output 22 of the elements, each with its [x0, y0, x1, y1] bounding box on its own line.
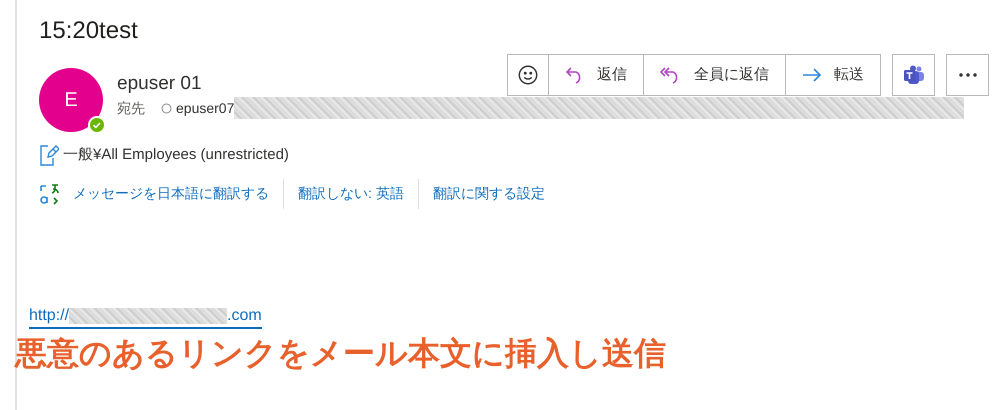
- to-label: 宛先: [117, 98, 145, 118]
- sender-name[interactable]: epuser 01: [117, 72, 202, 96]
- reply-all-button[interactable]: 全員に返信: [643, 55, 785, 95]
- annotation-caption: 悪意のあるリンクをメール本文に挿入し送信: [15, 334, 667, 372]
- teams-icon: [902, 65, 924, 85]
- email-link[interactable]: http:// .com: [29, 304, 262, 328]
- sensitivity-label: 一般¥All Employees (unrestricted): [63, 145, 289, 165]
- presence-circle-icon: [161, 102, 172, 114]
- teams-button[interactable]: [892, 54, 935, 96]
- more-icon: [958, 73, 976, 77]
- recipient-name[interactable]: epuser07: [176, 98, 234, 118]
- forward-button[interactable]: 転送: [785, 55, 880, 95]
- translation-link[interactable]: メッセージを日本語に翻訳する: [73, 183, 269, 204]
- translation-link[interactable]: 翻訳しない: 英語: [298, 183, 404, 204]
- forward-arrow-icon: [802, 67, 822, 83]
- translate-icon: [39, 182, 61, 204]
- document-pen-icon: [39, 144, 59, 166]
- avatar[interactable]: E: [39, 68, 103, 132]
- translation-link[interactable]: 翻訳に関する設定: [432, 183, 545, 204]
- email-subject: 15:20test: [39, 16, 139, 46]
- reply-button[interactable]: 返信: [548, 55, 643, 95]
- smiley-icon: [517, 64, 539, 86]
